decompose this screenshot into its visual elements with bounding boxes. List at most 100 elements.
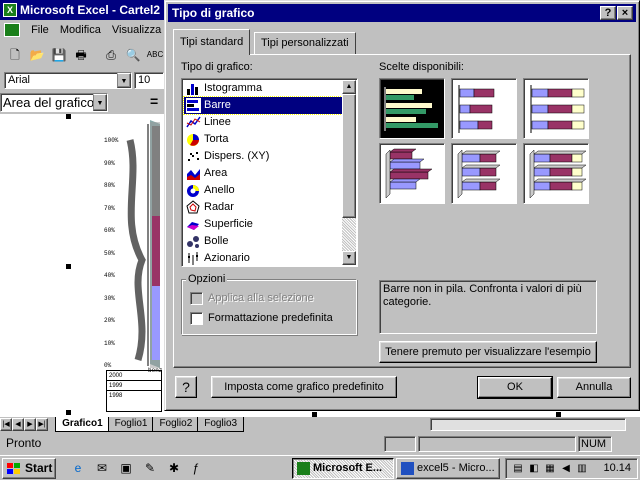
keyboard-icon[interactable]: ▥	[575, 462, 589, 476]
menu-modifica[interactable]: Modifica	[56, 21, 105, 39]
last-sheet-icon[interactable]: ▶|	[36, 418, 48, 431]
font-size-combo[interactable]: 10	[134, 72, 164, 89]
quicklaunch-icon[interactable]: ƒ	[188, 460, 204, 476]
chart-segment	[152, 286, 160, 360]
new-file-icon[interactable]: 🗋	[6, 46, 24, 64]
variant-3d-stacked-bar[interactable]	[451, 143, 517, 204]
scroll-down-icon[interactable]: ▼	[342, 251, 356, 265]
workbook-icon[interactable]	[4, 23, 20, 37]
desktop-icon[interactable]: ▣	[118, 460, 134, 476]
volume-icon[interactable]: ◀	[559, 462, 573, 476]
print-preview-icon[interactable]: 🖶	[72, 46, 90, 64]
sheet-tab-foglio3[interactable]: Foglio3	[197, 417, 245, 432]
preview-button[interactable]: Tenere premuto per visualizzare l'esempi…	[379, 341, 597, 363]
tab-tipi-personalizzati[interactable]: Tipi personalizzati	[254, 32, 356, 54]
font-name-value: Arial	[8, 74, 31, 86]
menu-visualizza[interactable]: Visualizza	[108, 21, 165, 39]
chart-type-item[interactable]: Istogramma	[184, 80, 342, 97]
bar-variant-icon	[384, 87, 438, 131]
chevron-down-icon[interactable]: ▼	[93, 94, 107, 111]
chart-type-item[interactable]: Area	[184, 165, 342, 182]
sheet-tab-foglio2[interactable]: Foglio2	[152, 417, 200, 432]
open-folder-icon[interactable]: 📂	[28, 46, 46, 64]
media-icon[interactable]: ✱	[166, 460, 182, 476]
start-button[interactable]: Start	[2, 458, 56, 479]
save-icon[interactable]: 💾	[50, 46, 68, 64]
apply-selection-checkbox[interactable]	[190, 292, 203, 305]
channels-icon[interactable]: ✎	[142, 460, 158, 476]
taskbar-excel[interactable]: Microsoft E...	[292, 458, 394, 479]
taskbar-word[interactable]: excel5 - Micro...	[396, 458, 500, 479]
tab-tipi-standard[interactable]: Tipi standard	[173, 29, 251, 55]
set-default-button[interactable]: Imposta come grafico predefinito	[211, 376, 397, 398]
variant-3d-clustered-bar[interactable]	[379, 143, 445, 204]
prev-sheet-icon[interactable]: ◀	[12, 418, 24, 431]
data-table-row: 1999	[107, 381, 161, 391]
chart-type-item[interactable]: Torta	[184, 131, 342, 148]
next-sheet-icon[interactable]: ▶	[24, 418, 36, 431]
dialog-titlebar[interactable]: Tipo di grafico ? ×	[168, 4, 636, 22]
tab-label: Tipi personalizzati	[261, 37, 349, 49]
sheet-tab-foglio1[interactable]: Foglio1	[107, 417, 155, 432]
chart-type-item[interactable]: Linee	[184, 114, 342, 131]
network-icon[interactable]: ▤	[511, 462, 525, 476]
formula-equals[interactable]: =	[150, 93, 158, 109]
excel-titlebar[interactable]: X Microsoft Excel - Cartel2	[0, 0, 170, 20]
variant-3d-100-stacked-bar[interactable]	[523, 143, 589, 204]
chart-type-label: Radar	[204, 201, 234, 213]
axis-tick-label: 0%	[104, 362, 112, 369]
excel-title: Microsoft Excel - Cartel2	[20, 3, 161, 17]
selection-handle[interactable]	[66, 114, 71, 119]
internet-explorer-icon[interactable]: e	[70, 460, 86, 476]
start-label: Start	[25, 461, 53, 475]
default-format-checkbox[interactable]	[190, 312, 203, 325]
cancel-button[interactable]: Annulla	[557, 377, 631, 398]
axis-tick-label: 50%	[104, 249, 115, 257]
sheet-tab-grafico1[interactable]: Grafico1	[55, 417, 110, 432]
first-sheet-icon[interactable]: |◀	[0, 418, 12, 431]
pie-chart-icon	[186, 132, 201, 147]
chart-type-item[interactable]: Bolle	[184, 233, 342, 250]
chart-type-item[interactable]: Radar	[184, 199, 342, 216]
vertical-scrollbar[interactable]: ▲ ▼	[342, 80, 356, 265]
horizontal-scrollbar[interactable]	[430, 418, 626, 431]
standard-toolbar: 🗋 📂 💾 🖶 ⎙ 🔍 ABC	[0, 43, 170, 67]
apply-selection-label: Applica alla selezione	[208, 292, 314, 304]
display-icon[interactable]: ▦	[543, 462, 557, 476]
selection-handle[interactable]	[66, 264, 71, 269]
name-box[interactable]: Area del grafico ▼	[0, 93, 108, 112]
chart-type-item[interactable]: Azionario	[184, 250, 342, 267]
scroll-thumb[interactable]	[342, 94, 356, 218]
preview-icon[interactable]: 🔍	[124, 46, 142, 64]
chevron-down-icon[interactable]: ▼	[117, 73, 131, 88]
scheduler-icon[interactable]: ◧	[527, 462, 541, 476]
excel-icon	[297, 462, 310, 475]
chart-type-list[interactable]: Istogramma Barre Linee Torta Dispers. (XY) Ar…	[181, 78, 358, 267]
variant-stacked-bar[interactable]	[451, 78, 517, 139]
chart-type-item[interactable]: Anello	[184, 182, 342, 199]
print-icon[interactable]: ⎙	[102, 46, 120, 64]
outlook-icon[interactable]: ✉	[94, 460, 110, 476]
variant-clustered-bar[interactable]	[379, 78, 445, 139]
menu-file[interactable]: File	[27, 21, 53, 39]
font-name-combo[interactable]: Arial ▼	[4, 72, 132, 89]
chart-type-item[interactable]: Barre	[183, 96, 343, 115]
chart-type-dialog: Tipo di grafico ? × Tipi standard Tipi p…	[164, 0, 640, 411]
chart-type-label: Azionario	[204, 252, 250, 264]
scroll-up-icon[interactable]: ▲	[342, 80, 356, 94]
chart-type-item[interactable]: Superficie	[184, 216, 342, 233]
ok-button[interactable]: OK	[477, 376, 553, 399]
spelling-icon[interactable]: ABC	[146, 46, 164, 64]
status-panel	[384, 436, 416, 452]
help-button[interactable]: ?	[600, 6, 616, 20]
office-assistant-icon[interactable]: ?	[175, 376, 197, 398]
chart-segment	[152, 126, 160, 216]
close-button[interactable]: ×	[617, 6, 633, 20]
tab-label: Tipi standard	[180, 36, 244, 48]
chart-type-item[interactable]: Dispers. (XY)	[184, 148, 342, 165]
word-icon	[401, 462, 414, 475]
clock: 10.14	[603, 462, 631, 474]
surface-chart-icon	[186, 217, 201, 232]
variant-100-stacked-bar[interactable]	[523, 78, 589, 139]
selection-handle[interactable]	[66, 410, 71, 415]
